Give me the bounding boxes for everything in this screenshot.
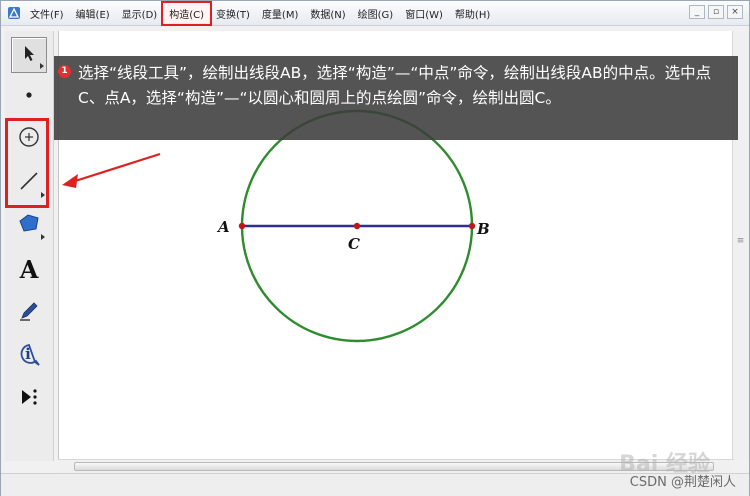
instruction-text: 选择“线段工具”，绘制出线段AB，选择“构造”—“中点”命令，绘制出线段AB的中… (78, 64, 712, 107)
point-label-c: C (348, 235, 360, 253)
point-c[interactable] (353, 222, 361, 230)
instruction-callout: 1 选择“线段工具”，绘制出线段AB，选择“构造”—“中点”命令，绘制出线段AB… (54, 56, 738, 140)
annotation-arrow (62, 152, 161, 188)
step-badge: 1 (58, 65, 71, 78)
point-b[interactable] (468, 222, 476, 230)
point-label-a: A (216, 218, 230, 236)
watermark-credit: CSDN @荆楚闲人 (629, 475, 736, 490)
point-label-b: B (476, 220, 490, 238)
point-a[interactable] (238, 222, 246, 230)
